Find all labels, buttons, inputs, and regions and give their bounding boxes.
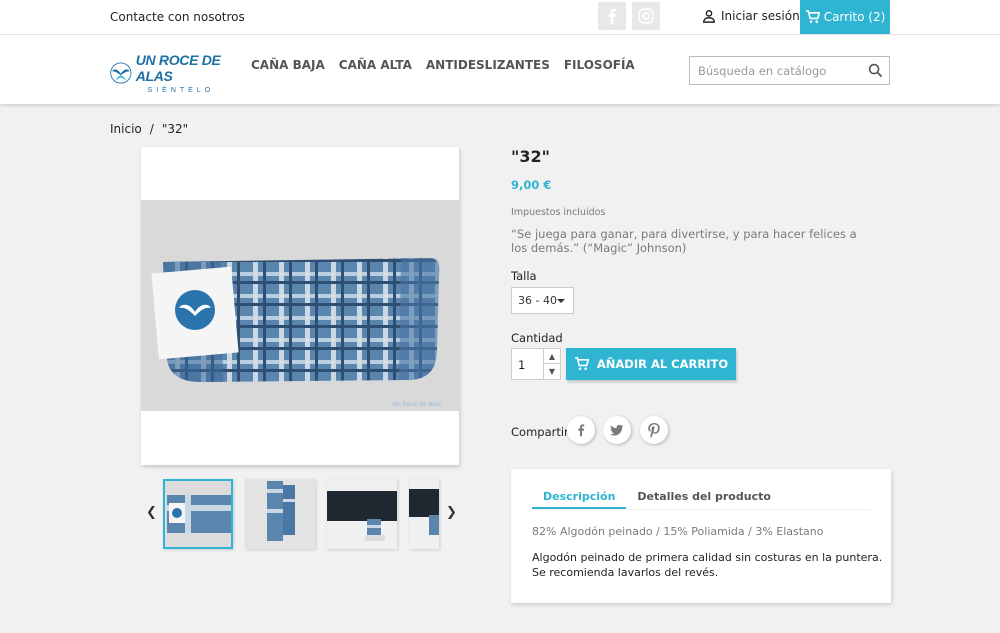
tab-detalles[interactable]: Detalles del producto — [626, 486, 781, 509]
pinterest-icon[interactable] — [640, 416, 668, 444]
quantity-label: Cantidad — [511, 331, 563, 345]
chevron-down-icon — [557, 299, 565, 303]
logo-title: UN ROCE DE ALAS — [135, 52, 221, 84]
logo-subtitle: SIÉNTELO — [147, 87, 215, 94]
nav-item-cana-alta[interactable]: CAÑA ALTA — [339, 58, 412, 72]
product-quote: “Se juega para ganar, para divertirse, y… — [511, 227, 857, 255]
instagram-icon[interactable] — [632, 2, 660, 30]
product-tabs: Descripción Detalles del producto — [532, 486, 870, 510]
share-label: Compartir — [511, 425, 569, 439]
tab-descripcion[interactable]: Descripción — [532, 486, 627, 509]
facebook-share-icon[interactable] — [567, 416, 595, 444]
logo[interactable]: UN ROCE DE ALAS SIÉNTELO — [110, 52, 226, 94]
breadcrumb: Inicio / "32" — [110, 122, 188, 136]
breadcrumb-current: "32" — [161, 122, 189, 136]
header: UN ROCE DE ALAS SIÉNTELO CAÑA BAJA CAÑA … — [0, 35, 1000, 104]
add-to-cart-button[interactable]: AÑADIR AL CARRITO — [566, 348, 736, 380]
description-line-1: Algodón peinado de primera calidad sin c… — [532, 551, 883, 564]
cart-label: Carrito (2) — [823, 10, 886, 24]
cart-icon — [805, 10, 820, 23]
quantity-increase-icon[interactable]: ▲ — [543, 349, 560, 364]
description-line-2: Se recomienda lavarlos del revés. — [532, 566, 719, 579]
login-link[interactable]: Iniciar sesión — [702, 9, 800, 23]
quantity-decrease-icon[interactable]: ▼ — [543, 364, 560, 379]
cart-icon — [574, 357, 589, 370]
search-icon[interactable] — [868, 63, 883, 82]
main-nav: CAÑA BAJA CAÑA ALTA ANTIDESLIZANTES FILO… — [251, 58, 635, 72]
add-to-cart-label: AÑADIR AL CARRITO — [596, 357, 729, 371]
product-title: "32" — [511, 147, 550, 166]
product-composition: 82% Algodón peinado / 15% Poliamida / 3%… — [532, 525, 824, 538]
search-input[interactable] — [690, 57, 860, 84]
top-bar: Contacte con nosotros Iniciar sesión Car… — [0, 0, 1000, 35]
thumbnail-1[interactable] — [163, 479, 233, 549]
thumbnail-4[interactable] — [409, 479, 439, 549]
product-main-image[interactable]: Un Roce de Alas — [141, 147, 459, 465]
quantity-value[interactable]: 1 — [518, 358, 525, 372]
thumbnail-3[interactable] — [327, 479, 397, 549]
size-select[interactable]: 36 - 40 — [511, 287, 574, 314]
chevron-left-icon[interactable]: ❮ — [146, 505, 157, 520]
product-price: 9,00 € — [511, 178, 552, 192]
product-description: Algodón peinado de primera calidad sin c… — [532, 550, 882, 580]
breadcrumb-home[interactable]: Inicio — [110, 122, 142, 136]
breadcrumb-separator: / — [149, 122, 154, 136]
twitter-icon[interactable] — [603, 416, 631, 444]
cart-button[interactable]: Carrito (2) — [800, 0, 890, 34]
thumbnail-strip: ❮ ❯ — [141, 477, 459, 551]
tax-note: Impuestos incluidos — [511, 207, 606, 218]
nav-item-antideslizantes[interactable]: ANTIDESLIZANTES — [426, 58, 550, 72]
facebook-icon[interactable] — [598, 2, 626, 30]
login-label: Iniciar sesión — [721, 9, 800, 23]
contact-link[interactable]: Contacte con nosotros — [110, 10, 245, 24]
chevron-right-icon[interactable]: ❯ — [446, 505, 457, 520]
user-icon — [703, 10, 715, 23]
search-box — [689, 56, 890, 85]
product-tabs-panel: Descripción Detalles del producto 82% Al… — [511, 469, 891, 603]
quantity-stepper[interactable]: 1 ▲ ▼ — [511, 348, 561, 380]
nav-item-filosofia[interactable]: FILOSOFÍA — [564, 58, 635, 72]
size-value: 36 - 40 — [518, 294, 557, 307]
thumbnail-2[interactable] — [245, 479, 315, 549]
logo-wings-icon — [110, 62, 132, 84]
product-photo: Un Roce de Alas — [141, 200, 459, 411]
nav-item-cana-baja[interactable]: CAÑA BAJA — [251, 58, 325, 72]
photo-watermark: Un Roce de Alas — [392, 401, 441, 408]
size-label: Talla — [511, 269, 537, 283]
